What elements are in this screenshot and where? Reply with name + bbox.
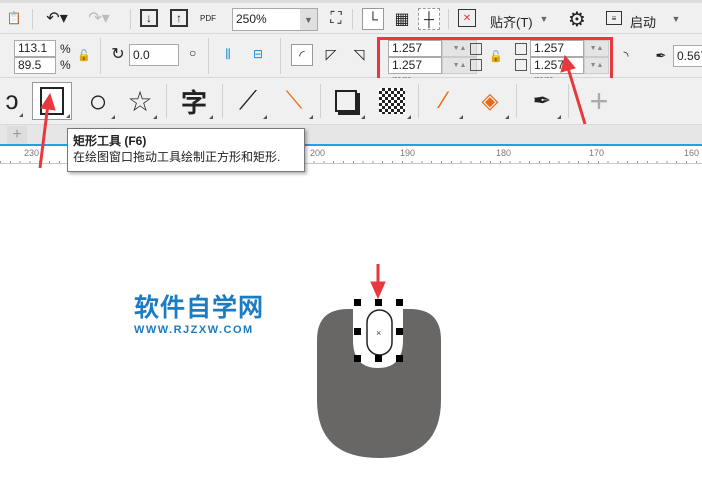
annotation-arrows: [38, 54, 587, 300]
canvas-drawing: ×: [38, 54, 587, 458]
center-marker-icon: ×: [376, 328, 381, 338]
